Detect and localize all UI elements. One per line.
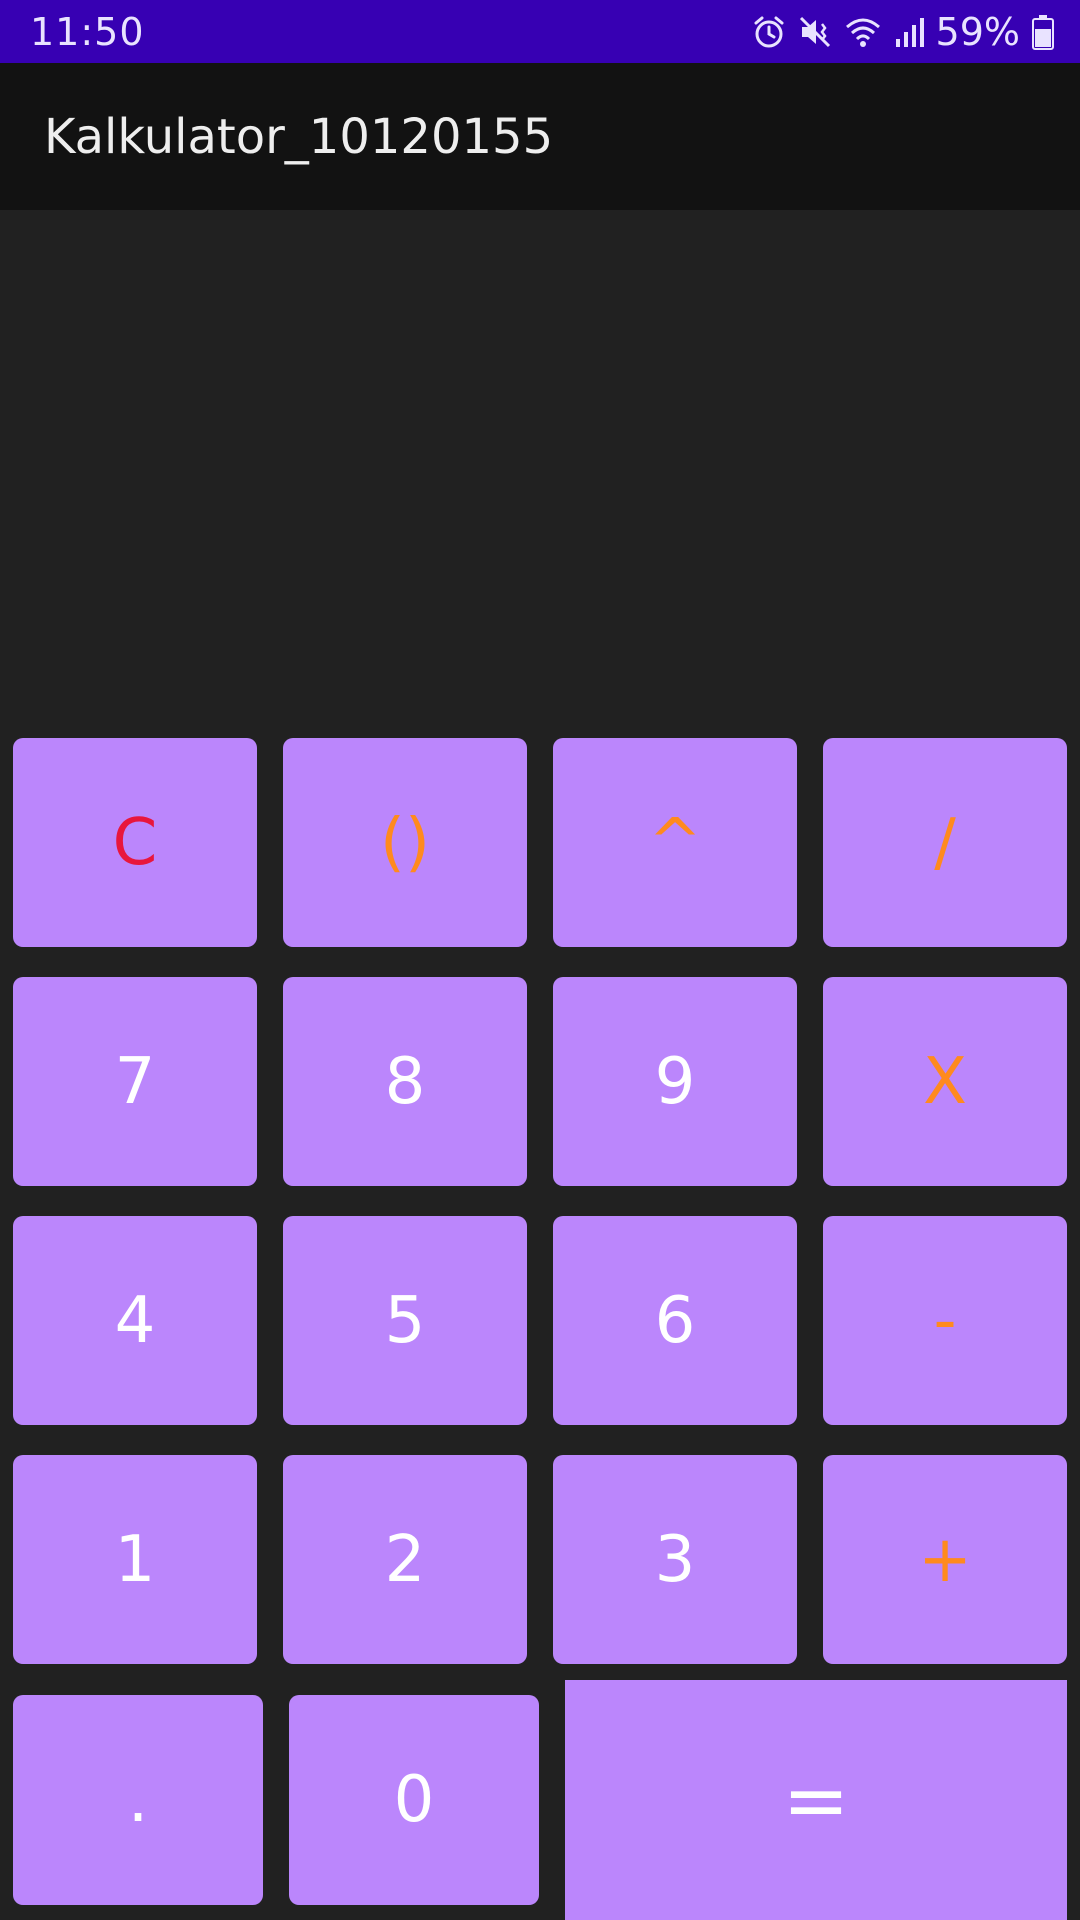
status-bar: 11:50 59% xyxy=(0,0,1080,63)
digit-7-button[interactable]: 7 xyxy=(13,977,257,1186)
parentheses-button[interactable]: () xyxy=(283,738,527,947)
power-button[interactable]: ^ xyxy=(553,738,797,947)
digit-1-button[interactable]: 1 xyxy=(13,1455,257,1664)
digit-4-button[interactable]: 4 xyxy=(13,1216,257,1425)
status-time: 11:50 xyxy=(30,10,145,54)
digit-8-button[interactable]: 8 xyxy=(283,977,527,1186)
digit-2-button[interactable]: 2 xyxy=(283,1455,527,1664)
clear-button[interactable]: C xyxy=(13,738,257,947)
digit-6-button[interactable]: 6 xyxy=(553,1216,797,1425)
digit-9-button[interactable]: 9 xyxy=(553,977,797,1186)
multiply-button[interactable]: X xyxy=(823,977,1067,1186)
equals-button[interactable]: = xyxy=(565,1680,1067,1920)
signal-icon xyxy=(894,15,924,49)
battery-icon xyxy=(1032,14,1054,50)
subtract-button[interactable]: - xyxy=(823,1216,1067,1425)
digit-5-button[interactable]: 5 xyxy=(283,1216,527,1425)
decimal-point-button[interactable]: . xyxy=(13,1695,263,1905)
battery-percentage: 59% xyxy=(935,10,1020,54)
status-icons: 59% xyxy=(752,12,1054,52)
mute-vibrate-icon xyxy=(798,15,832,49)
add-button[interactable]: + xyxy=(823,1455,1067,1664)
digit-3-button[interactable]: 3 xyxy=(553,1455,797,1664)
divide-button[interactable]: / xyxy=(823,738,1067,947)
app-title: Kalkulator_10120155 xyxy=(44,109,554,165)
digit-0-button[interactable]: 0 xyxy=(289,1695,539,1905)
wifi-icon xyxy=(844,15,882,49)
alarm-icon xyxy=(752,15,786,49)
calculator-display xyxy=(0,210,1080,720)
app-bar: Kalkulator_10120155 xyxy=(0,63,1080,210)
